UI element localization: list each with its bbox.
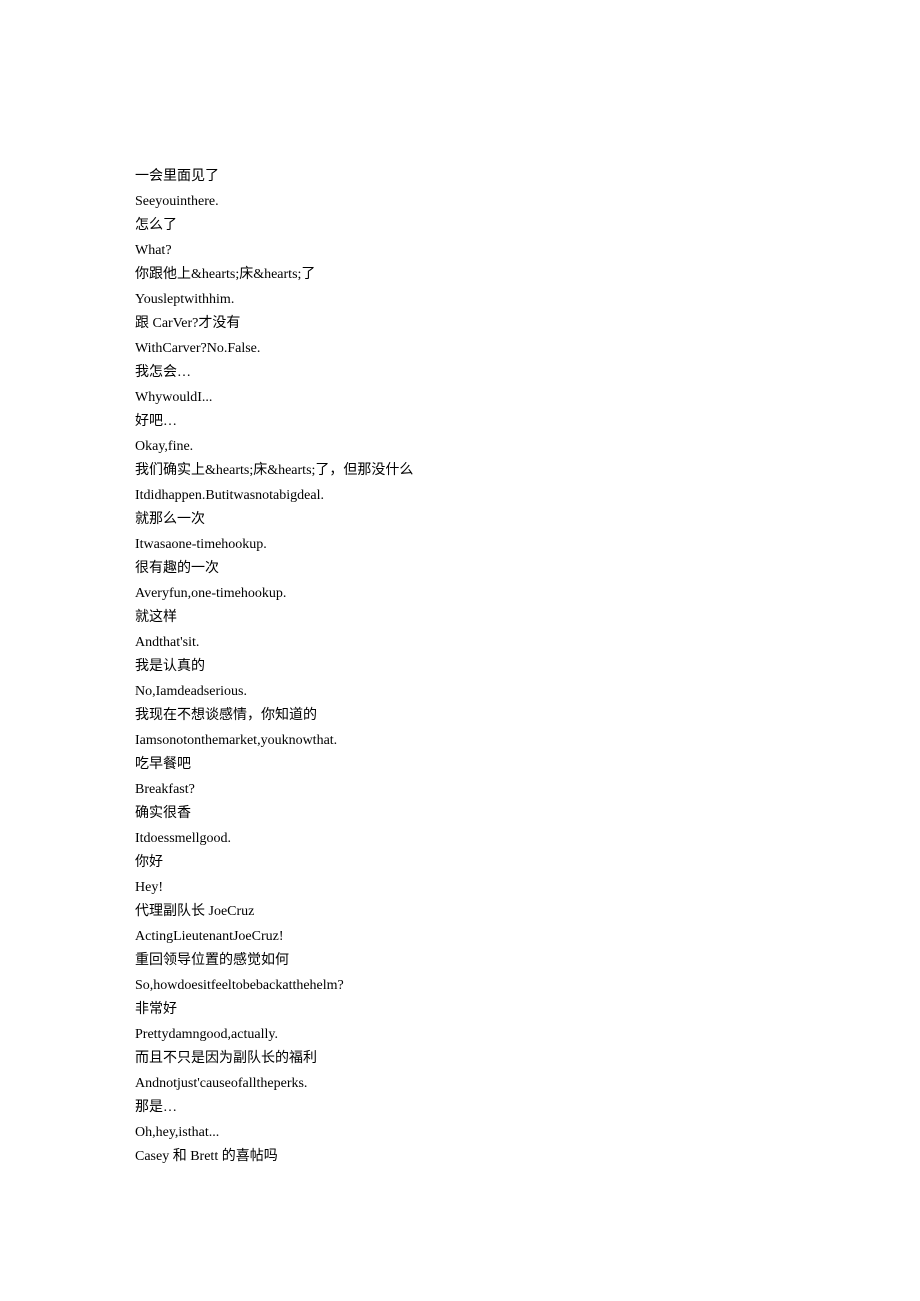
text-line: 我现在不想谈感情，你知道的: [135, 704, 920, 729]
text-line: 很有趣的一次: [135, 557, 920, 582]
text-line: 重回领导位置的感觉如何: [135, 949, 920, 974]
text-line: 一会里面见了: [135, 165, 920, 190]
text-line: 你好: [135, 851, 920, 876]
text-line: 就这样: [135, 606, 920, 631]
text-line: 我是认真的: [135, 655, 920, 680]
text-line: 我们确实上&hearts;床&hearts;了，但那没什么: [135, 459, 920, 484]
text-line: 代理副队长 JoeCruz: [135, 900, 920, 925]
text-line: 确实很香: [135, 802, 920, 827]
text-line: Prettydamngood,actually.: [135, 1023, 920, 1048]
text-line: Itwasaone-timehookup.: [135, 533, 920, 558]
text-line: Oh,hey,isthat...: [135, 1121, 920, 1146]
text-line: Iamsonotonthemarket,youknowthat.: [135, 729, 920, 754]
text-line: 怎么了: [135, 214, 920, 239]
document-body: 一会里面见了Seeyouinthere.怎么了What?你跟他上&hearts;…: [135, 165, 920, 1170]
text-line: 吃早餐吧: [135, 753, 920, 778]
text-line: Andthat'sit.: [135, 631, 920, 656]
text-line: 那是…: [135, 1096, 920, 1121]
text-line: Averyfun,one-timehookup.: [135, 582, 920, 607]
text-line: What?: [135, 239, 920, 264]
text-line: Andnotjust'causeofalltheperks.: [135, 1072, 920, 1097]
text-line: Itdidhappen.Butitwasnotabigdeal.: [135, 484, 920, 509]
text-line: Okay,fine.: [135, 435, 920, 460]
text-line: 好吧…: [135, 410, 920, 435]
text-line: Casey 和 Brett 的喜帖吗: [135, 1145, 920, 1170]
text-line: So,howdoesitfeeltobebackatthehelm?: [135, 974, 920, 999]
text-line: WhywouldI...: [135, 386, 920, 411]
text-line: 就那么一次: [135, 508, 920, 533]
text-line: Hey!: [135, 876, 920, 901]
text-line: 我怎会…: [135, 361, 920, 386]
text-line: ActingLieutenantJoeCruz!: [135, 925, 920, 950]
text-line: Seeyouinthere.: [135, 190, 920, 215]
text-line: 跟 CarVer?才没有: [135, 312, 920, 337]
text-line: Itdoessmellgood.: [135, 827, 920, 852]
text-line: WithCarver?No.False.: [135, 337, 920, 362]
text-line: No,Iamdeadserious.: [135, 680, 920, 705]
text-line: Breakfast?: [135, 778, 920, 803]
text-line: Yousleptwithhim.: [135, 288, 920, 313]
text-line: 而且不只是因为副队长的福利: [135, 1047, 920, 1072]
text-line: 你跟他上&hearts;床&hearts;了: [135, 263, 920, 288]
text-line: 非常好: [135, 998, 920, 1023]
